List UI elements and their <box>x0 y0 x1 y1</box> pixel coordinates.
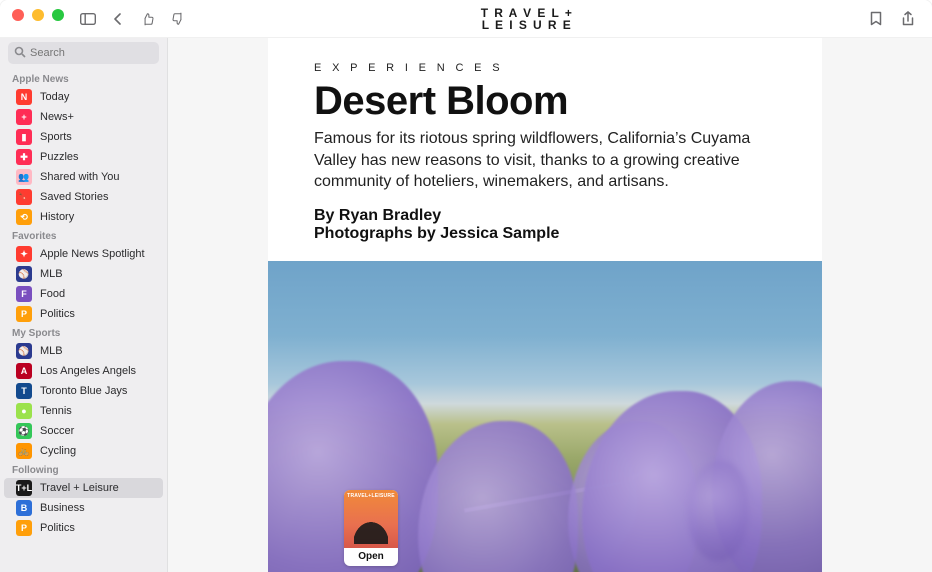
sidebar-item-politics[interactable]: P Politics <box>4 518 163 538</box>
sidebar-item-label: Apple News Spotlight <box>40 248 145 260</box>
sidebar-item-icon: ● <box>16 403 32 419</box>
back-button[interactable] <box>104 7 132 31</box>
sidebar-item-politics[interactable]: P Politics <box>4 304 163 324</box>
sidebar-item-icon: A <box>16 363 32 379</box>
magazine-cover-thumbnail: TRAVEL+LEISURE <box>344 490 398 548</box>
sidebar-item-mlb[interactable]: ⚾ MLB <box>4 341 163 361</box>
magazine-cover-title: TRAVEL+LEISURE <box>344 493 398 499</box>
sidebar-item-cycling[interactable]: 🚲 Cycling <box>4 441 163 461</box>
sidebar-item-icon: N <box>16 89 32 105</box>
search-field[interactable] <box>8 42 159 64</box>
article-headline: Desert Bloom <box>314 80 776 122</box>
sidebar-item-business[interactable]: B Business <box>4 498 163 518</box>
sidebar-item-icon: 🔖 <box>16 189 32 205</box>
sidebar-item-toronto-blue-jays[interactable]: T Toronto Blue Jays <box>4 381 163 401</box>
sidebar-item-icon: F <box>16 286 32 302</box>
sidebar-item-label: Politics <box>40 308 75 320</box>
sidebar-item-icon: ⚽ <box>16 423 32 439</box>
sidebar-item-icon: T <box>16 383 32 399</box>
sidebar-item-food[interactable]: F Food <box>4 284 163 304</box>
sidebar-item-label: Los Angeles Angels <box>40 365 136 377</box>
sidebar-item-travel-leisure[interactable]: T+L Travel + Leisure <box>4 478 163 498</box>
sidebar-item-sports[interactable]: ▮ Sports <box>4 127 163 147</box>
sidebar-item-icon: 👥 <box>16 169 32 185</box>
article-dek: Famous for its riotous spring wildflower… <box>314 128 776 193</box>
sidebar-item-shared-with-you[interactable]: 👥 Shared with You <box>4 167 163 187</box>
sidebar-item-icon: ✚ <box>16 149 32 165</box>
sidebar-item-mlb[interactable]: ⚾ MLB <box>4 264 163 284</box>
sidebar-item-label: MLB <box>40 345 63 357</box>
brand-line2: L E I S U R E <box>481 19 574 31</box>
sidebar-item-saved-stories[interactable]: 🔖 Saved Stories <box>4 187 163 207</box>
sidebar-item-history[interactable]: ⟲ History <box>4 207 163 227</box>
sidebar-item-label: History <box>40 211 74 223</box>
sidebar-item-label: Shared with You <box>40 171 120 183</box>
sidebar-item-label: Tennis <box>40 405 72 417</box>
sidebar-item-puzzles[interactable]: ✚ Puzzles <box>4 147 163 167</box>
sidebar-item-news-[interactable]: + News+ <box>4 107 163 127</box>
sidebar-item-apple-news-spotlight[interactable]: ✦ Apple News Spotlight <box>4 244 163 264</box>
titlebar: T R A V E L + L E I S U R E <box>0 0 932 38</box>
content-area: E X P E R I E N C E S Desert Bloom Famou… <box>168 38 932 572</box>
publication-title: T R A V E L + L E I S U R E <box>192 7 862 31</box>
sidebar-item-label: News+ <box>40 111 74 123</box>
sidebar-item-icon: + <box>16 109 32 125</box>
sidebar-section-label: My Sports <box>0 324 167 341</box>
window-maximize-button[interactable] <box>52 9 64 21</box>
window-traffic-lights <box>12 9 64 21</box>
sidebar-item-icon: P <box>16 306 32 322</box>
sidebar-item-los-angeles-angels[interactable]: A Los Angeles Angels <box>4 361 163 381</box>
suggest-less-button[interactable] <box>164 7 192 31</box>
thumbs-up-icon <box>141 12 155 26</box>
sidebar-item-label: Saved Stories <box>40 191 108 203</box>
article-photo-credit: Photographs by Jessica Sample <box>314 225 776 243</box>
sidebar-item-icon: P <box>16 520 32 536</box>
sidebar-item-icon: ⚾ <box>16 266 32 282</box>
save-story-button[interactable] <box>862 7 890 31</box>
sidebar-item-label: Soccer <box>40 425 74 437</box>
sidebar-icon <box>80 13 96 25</box>
magazine-issue-card[interactable]: TRAVEL+LEISURE Open <box>344 490 398 566</box>
chevron-left-icon <box>113 13 123 25</box>
article-kicker: E X P E R I E N C E S <box>314 62 776 74</box>
window-close-button[interactable] <box>12 9 24 21</box>
sidebar-item-icon: ⚾ <box>16 343 32 359</box>
sidebar-item-today[interactable]: N Today <box>4 87 163 107</box>
search-input[interactable] <box>8 42 159 64</box>
sidebar-item-label: Puzzles <box>40 151 79 163</box>
sidebar-section-label: Apple News <box>0 70 167 87</box>
sidebar-item-label: Business <box>40 502 85 514</box>
magazine-open-button[interactable]: Open <box>344 548 398 566</box>
window-minimize-button[interactable] <box>32 9 44 21</box>
sidebar-item-icon: 🚲 <box>16 443 32 459</box>
sidebar-item-soccer[interactable]: ⚽ Soccer <box>4 421 163 441</box>
sidebar-item-label: Politics <box>40 522 75 534</box>
sidebar-item-icon: T+L <box>16 480 32 496</box>
sidebar-section-label: Following <box>0 461 167 478</box>
sidebar-item-label: Sports <box>40 131 72 143</box>
share-button[interactable] <box>894 7 922 31</box>
sidebar-item-label: Food <box>40 288 65 300</box>
sidebar-item-label: MLB <box>40 268 63 280</box>
suggest-more-button[interactable] <box>134 7 162 31</box>
sidebar-item-label: Today <box>40 91 69 103</box>
thumbs-down-icon <box>171 12 185 26</box>
sidebar-item-icon: ▮ <box>16 129 32 145</box>
sidebar-item-tennis[interactable]: ● Tennis <box>4 401 163 421</box>
sidebar-item-icon: ⟲ <box>16 209 32 225</box>
sidebar-item-label: Travel + Leisure <box>40 482 119 494</box>
sidebar-item-icon: B <box>16 500 32 516</box>
article-byline: By Ryan Bradley <box>314 207 776 225</box>
sidebar-section-label: Favorites <box>0 227 167 244</box>
sidebar: Apple News N Today + News+ ▮ Sports ✚ Puzzles 👥 Sh… <box>0 38 168 572</box>
brand-line1: T R A V E L + <box>481 7 574 19</box>
sidebar-item-label: Cycling <box>40 445 76 457</box>
sidebar-item-icon: ✦ <box>16 246 32 262</box>
share-icon <box>901 11 915 27</box>
toggle-sidebar-button[interactable] <box>74 7 102 31</box>
search-icon <box>14 46 26 58</box>
sidebar-item-label: Toronto Blue Jays <box>40 385 127 397</box>
bookmark-icon <box>870 11 882 26</box>
